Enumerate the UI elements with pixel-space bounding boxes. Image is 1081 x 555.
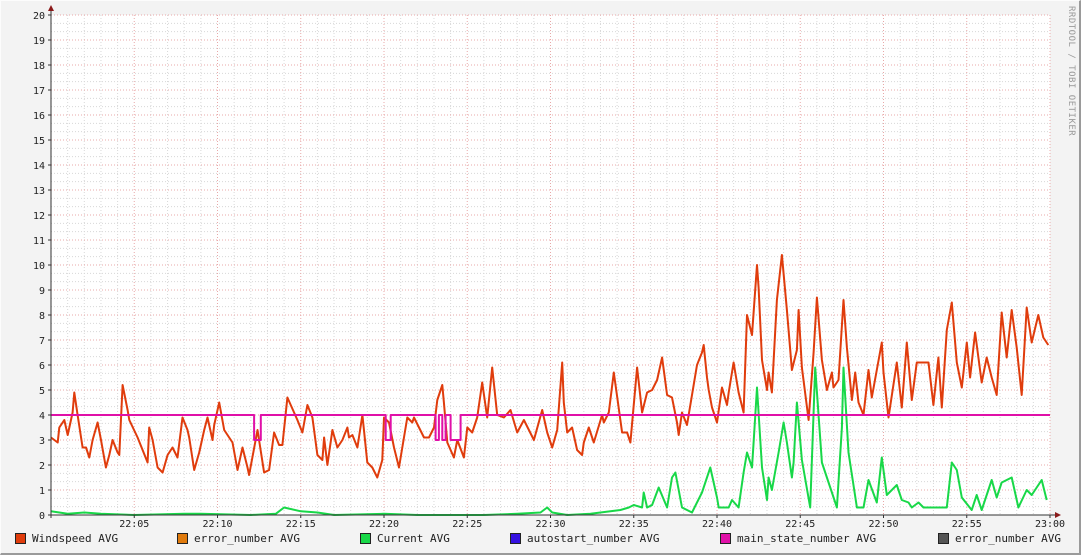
x-tick-label: 22:55 bbox=[952, 519, 982, 530]
y-tick-label: 4 bbox=[39, 411, 45, 422]
legend-label: Current AVG bbox=[377, 532, 450, 545]
x-tick-label: 22:15 bbox=[286, 519, 316, 530]
x-tick-label: 22:10 bbox=[202, 519, 232, 530]
legend-swatch bbox=[938, 533, 949, 544]
y-tick-label: 8 bbox=[39, 311, 45, 322]
y-tick-label: 11 bbox=[33, 236, 45, 247]
y-tick-label: 16 bbox=[33, 111, 45, 122]
y-tick-label: 9 bbox=[39, 286, 45, 297]
legend-item: error_number AVG bbox=[177, 532, 300, 545]
legend-swatch bbox=[15, 533, 26, 544]
y-tick-label: 7 bbox=[39, 336, 45, 347]
y-tick-label: 6 bbox=[39, 361, 45, 372]
legend-swatch bbox=[177, 533, 188, 544]
x-tick-label: 22:45 bbox=[785, 519, 815, 530]
x-tick-label: 22:50 bbox=[868, 519, 898, 530]
x-tick-label: 22:30 bbox=[535, 519, 565, 530]
y-tick-label: 18 bbox=[33, 61, 45, 72]
x-tick-label: 22:40 bbox=[702, 519, 732, 530]
x-tick-label: 22:25 bbox=[452, 519, 482, 530]
chart-svg: 0123456789101112131415161718192022:05 22:… bbox=[33, 5, 1065, 530]
legend-item: error_number AVG bbox=[938, 532, 1061, 545]
legend-item: main_state_number AVG bbox=[720, 532, 876, 545]
y-tick-label: 17 bbox=[33, 86, 45, 97]
x-axis-arrow-icon bbox=[1055, 512, 1061, 518]
y-tick-label: 14 bbox=[33, 161, 45, 172]
legend-item: autostart_number AVG bbox=[510, 532, 659, 545]
y-tick-label: 1 bbox=[39, 486, 45, 497]
y-tick-label: 2 bbox=[39, 461, 45, 472]
x-tick-label: 22:20 bbox=[369, 519, 399, 530]
legend-item: Windspeed AVG bbox=[15, 532, 118, 545]
legend-swatch bbox=[510, 533, 521, 544]
x-tick-label: 22:05 bbox=[119, 519, 149, 530]
y-tick-label: 20 bbox=[33, 11, 45, 22]
legend-swatch bbox=[720, 533, 731, 544]
legend-label: error_number AVG bbox=[194, 532, 300, 545]
legend-swatch bbox=[360, 533, 371, 544]
watermark: RRDTOOL / TOBI OETIKER bbox=[1066, 6, 1076, 137]
y-tick-label: 5 bbox=[39, 386, 45, 397]
y-tick-label: 0 bbox=[39, 511, 45, 522]
y-tick-label: 10 bbox=[33, 261, 45, 272]
legend-label: autostart_number AVG bbox=[527, 532, 660, 545]
y-axis-arrow-icon bbox=[48, 5, 54, 11]
legend-label: main_state_number AVG bbox=[737, 532, 877, 545]
y-tick-label: 3 bbox=[39, 436, 45, 447]
y-tick-label: 19 bbox=[33, 36, 45, 47]
y-tick-label: 12 bbox=[33, 211, 45, 222]
legend: Windspeed AVG error_number AVG Current AVG… bbox=[0, 532, 1081, 550]
x-tick-label: 23:00 bbox=[1035, 519, 1065, 530]
y-tick-label: 15 bbox=[33, 136, 45, 147]
y-tick-label: 13 bbox=[33, 186, 45, 197]
legend-item: Current AVG bbox=[360, 532, 450, 545]
legend-label: Windspeed AVG bbox=[32, 532, 119, 545]
legend-label: error_number AVG bbox=[955, 532, 1061, 545]
x-tick-label: 22:35 bbox=[619, 519, 649, 530]
